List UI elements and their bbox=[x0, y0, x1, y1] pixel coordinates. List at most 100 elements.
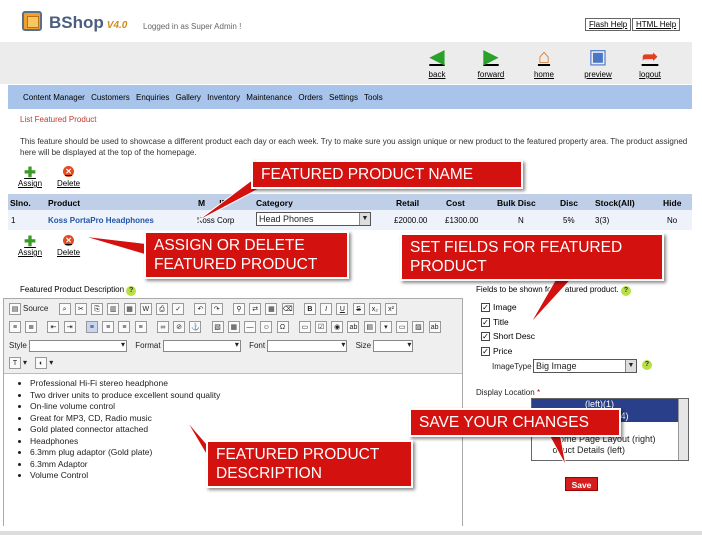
strikethrough-icon[interactable]: S bbox=[352, 303, 365, 315]
home-label: home bbox=[533, 70, 554, 79]
help-icon[interactable]: ? bbox=[126, 286, 137, 296]
monitor-icon: ▣ bbox=[588, 46, 608, 68]
image-checkbox-label: Image bbox=[493, 302, 517, 312]
home-button[interactable]: ⌂ home bbox=[524, 46, 564, 79]
menu-item-settings[interactable]: Settings bbox=[329, 93, 358, 102]
help-icon[interactable]: ? bbox=[620, 286, 631, 296]
forward-button[interactable]: ▶ forward bbox=[471, 46, 511, 79]
back-button[interactable]: ◀ back bbox=[417, 46, 457, 79]
image-checkbox[interactable]: ✓ Image bbox=[481, 302, 517, 313]
category-select[interactable]: Head Phones ▼ bbox=[256, 212, 371, 226]
format-select[interactable] bbox=[162, 340, 241, 352]
image-button-icon[interactable]: ▨ bbox=[412, 321, 425, 333]
radio-icon[interactable]: ◉ bbox=[331, 321, 344, 333]
hidden-field-icon[interactable]: ab bbox=[428, 321, 441, 333]
link-icon[interactable]: ∞ bbox=[156, 321, 169, 333]
menu-item-inventory[interactable]: Inventory bbox=[207, 93, 240, 102]
menu-item-customers[interactable]: Customers bbox=[91, 93, 130, 102]
col-bulk-disc: Bulk Disc bbox=[497, 198, 536, 208]
align-right-icon[interactable]: ≡ bbox=[118, 321, 131, 333]
background-color-dropdown-icon[interactable]: ▾ bbox=[49, 358, 53, 367]
redo-icon[interactable]: ↷ bbox=[210, 303, 223, 315]
align-left-icon[interactable]: ≡ bbox=[85, 321, 98, 333]
spellcheck-icon[interactable]: ✓ bbox=[172, 303, 185, 315]
delete-button-bottom[interactable]: ✕ Delete bbox=[57, 234, 80, 257]
text-color-icon[interactable]: T bbox=[9, 357, 21, 369]
price-checkbox[interactable]: ✓ Price bbox=[481, 346, 512, 357]
paste-icon[interactable]: ▥ bbox=[107, 303, 120, 315]
select-field-icon[interactable]: ▾ bbox=[379, 321, 392, 333]
back-arrow-icon: ◀ bbox=[429, 46, 445, 68]
editor-toolbar-row-2: ≡ ≣ ⇤ ⇥ ≡ ≡ ≡ ≡ ∞ ⊘ ⚓ ▧ ▦ — ☺ Ω ▭ ☑ ◉ ab… bbox=[9, 321, 443, 335]
logout-button[interactable]: ➦ logout bbox=[630, 46, 670, 79]
select-all-icon[interactable]: ▦ bbox=[265, 303, 278, 315]
product-name-link[interactable]: Koss PortaPro Headphones bbox=[48, 216, 154, 225]
display-location-label: Display Location * bbox=[476, 388, 540, 397]
list-item[interactable]: oduct Details (left) bbox=[532, 445, 688, 457]
listbox-scrollbar[interactable] bbox=[678, 399, 688, 460]
assign-button-bottom[interactable]: ✚ Assign bbox=[18, 234, 42, 257]
size-select[interactable] bbox=[373, 340, 414, 352]
indent-icon[interactable]: ⇥ bbox=[63, 321, 76, 333]
textarea-icon[interactable]: ▤ bbox=[363, 321, 376, 333]
callout-save-changes: SAVE YOUR CHANGES bbox=[409, 408, 621, 437]
cut-icon[interactable]: ✂ bbox=[74, 303, 87, 315]
smiley-icon[interactable]: ☺ bbox=[260, 321, 273, 333]
preview-button[interactable]: ▣ preview bbox=[578, 46, 618, 79]
assign-button[interactable]: ✚ Assign bbox=[18, 165, 42, 188]
cell-disc: 5% bbox=[563, 216, 575, 225]
image-type-select[interactable]: Big Image ▼ bbox=[533, 359, 637, 373]
save-button[interactable]: Save bbox=[565, 477, 598, 491]
image-icon[interactable]: ▧ bbox=[211, 321, 224, 333]
paste-word-icon[interactable]: W bbox=[139, 303, 152, 315]
undo-icon[interactable]: ↶ bbox=[194, 303, 207, 315]
bold-icon[interactable]: B bbox=[303, 303, 316, 315]
horizontal-rule-icon[interactable]: — bbox=[244, 321, 257, 333]
source-button[interactable]: Source bbox=[23, 304, 48, 313]
delete-button[interactable]: ✕ Delete bbox=[57, 165, 80, 188]
menu-item-content-manager[interactable]: Content Manager bbox=[23, 93, 85, 102]
background-color-icon[interactable]: ◐ bbox=[35, 357, 48, 369]
col-mfd: M ID bbox=[198, 198, 228, 208]
menu-item-maintenance[interactable]: Maintenance bbox=[246, 93, 292, 102]
paste-text-icon[interactable]: ▦ bbox=[123, 303, 136, 315]
flash-help-link[interactable]: Flash Help bbox=[585, 18, 632, 31]
numbered-list-icon[interactable]: ≡ bbox=[9, 321, 21, 333]
short-desc-checkbox[interactable]: ✓ Short Desc bbox=[481, 331, 535, 342]
find-icon[interactable]: ⚲ bbox=[232, 303, 245, 315]
html-help-link[interactable]: HTML Help bbox=[632, 18, 681, 31]
menu-item-tools[interactable]: Tools bbox=[364, 93, 383, 102]
align-center-icon[interactable]: ≡ bbox=[102, 321, 115, 333]
button-field-icon[interactable]: ▭ bbox=[396, 321, 409, 333]
source-icon[interactable]: ▤ bbox=[9, 303, 21, 315]
underline-icon[interactable]: U bbox=[336, 303, 349, 315]
help-icon[interactable]: ? bbox=[642, 360, 652, 370]
superscript-icon[interactable]: x² bbox=[385, 303, 398, 315]
unlink-icon[interactable]: ⊘ bbox=[173, 321, 186, 333]
special-char-icon[interactable]: Ω bbox=[276, 321, 289, 333]
justify-icon[interactable]: ≡ bbox=[134, 321, 147, 333]
title-checkbox[interactable]: ✓ Title bbox=[481, 317, 509, 328]
menu-item-orders[interactable]: Orders bbox=[298, 93, 322, 102]
breadcrumb: List Featured Product bbox=[20, 115, 97, 124]
preview-doc-icon[interactable]: ⌕ bbox=[58, 303, 71, 315]
print-icon[interactable]: ⎙ bbox=[156, 303, 168, 315]
form-icon[interactable]: ▭ bbox=[298, 321, 311, 333]
menu-item-gallery[interactable]: Gallery bbox=[176, 93, 201, 102]
text-color-dropdown-icon[interactable]: ▾ bbox=[23, 358, 27, 367]
copy-icon[interactable]: ⎘ bbox=[91, 303, 104, 315]
menu-item-enquiries[interactable]: Enquiries bbox=[136, 93, 169, 102]
anchor-icon[interactable]: ⚓ bbox=[189, 321, 202, 333]
textfield-icon[interactable]: ab bbox=[347, 321, 360, 333]
cell-bulk-disc: N bbox=[518, 216, 524, 225]
remove-format-icon[interactable]: ⌫ bbox=[281, 303, 294, 315]
replace-icon[interactable]: ⇄ bbox=[249, 303, 262, 315]
subscript-icon[interactable]: x₂ bbox=[368, 303, 381, 315]
table-icon[interactable]: ▦ bbox=[227, 321, 240, 333]
checkbox-icon[interactable]: ☑ bbox=[314, 321, 327, 333]
italic-icon[interactable]: I bbox=[320, 303, 333, 315]
font-select[interactable] bbox=[267, 340, 348, 352]
style-select[interactable] bbox=[29, 340, 128, 352]
bulleted-list-icon[interactable]: ≣ bbox=[25, 321, 38, 333]
outdent-icon[interactable]: ⇤ bbox=[47, 321, 60, 333]
